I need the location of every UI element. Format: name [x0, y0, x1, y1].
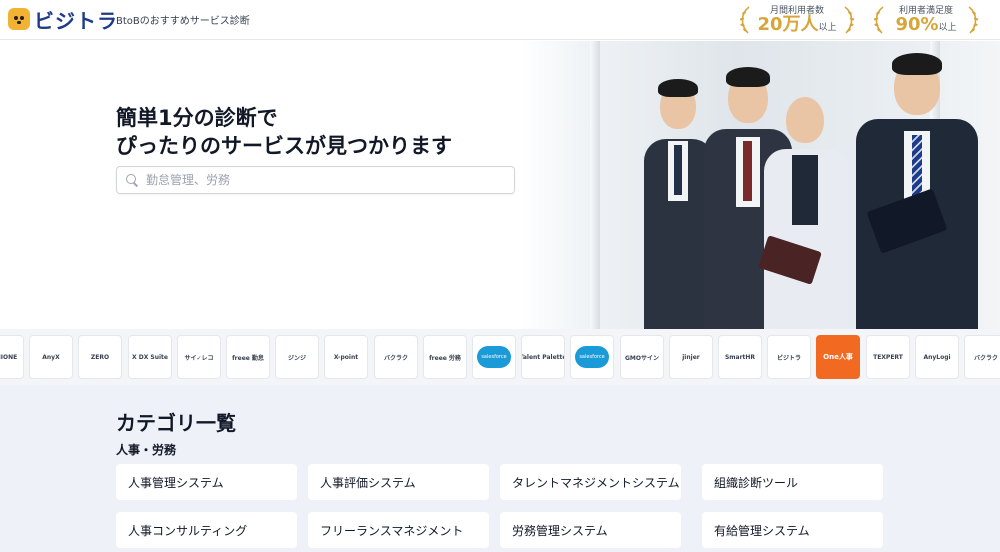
category-item[interactable]: 組織診断ツール [702, 464, 883, 500]
partner-logo-card[interactable]: jinjer [669, 335, 713, 379]
category-item[interactable]: 人事評価システム [308, 464, 489, 500]
partner-logo-label: jinjer [682, 353, 700, 361]
stat-suffix: 以上 [818, 22, 837, 33]
laurel-left-icon [738, 5, 752, 35]
partner-logo-label: ジンジ [287, 354, 306, 362]
partner-logo-label: GMOサイン [625, 354, 659, 362]
laurel-right-icon [966, 5, 980, 35]
partner-logo-card[interactable]: Talent Palette [521, 335, 565, 379]
partner-logo-label: X-point [333, 353, 359, 361]
partner-logo-strip: GENIONE AnyX ZERO X DX Suite サイ✓レコ freee 勤怠 ジン… [0, 329, 1000, 385]
partner-logo-card[interactable]: AnyX [29, 335, 73, 379]
stat-value: 90% [895, 13, 939, 35]
partner-logo-card[interactable]: X DX Suite [128, 335, 172, 379]
partner-logo-label: AnyX [42, 353, 60, 361]
site-header: ビジトラ BtoBのおすすめサービス診断 月間利用者数 20万人以上 利用者満足… [0, 0, 1000, 40]
person-figure [758, 83, 852, 329]
partner-logo-label: freee 労務 [429, 354, 461, 362]
partner-logo-label: バクラク [973, 354, 998, 362]
category-item[interactable]: 労務管理システム [500, 512, 681, 548]
partner-logo-label: salesforce [579, 354, 605, 360]
partner-logo-card[interactable]: バクラク [964, 335, 1000, 379]
category-section: カテゴリ一覧 人事・労務 人事管理システム 人事評価システム タレントマネジメン… [0, 385, 1000, 552]
search-input[interactable] [146, 173, 506, 187]
partner-logo-card[interactable]: One人事 [816, 335, 860, 379]
partner-logo-card[interactable]: X-point [324, 335, 368, 379]
partner-logo-card[interactable]: freee 勤怠 [226, 335, 270, 379]
category-item[interactable]: 人事コンサルティング [116, 512, 297, 548]
person-figure [850, 49, 982, 329]
category-subtitle: 人事・労務 [116, 443, 177, 457]
partner-logo-label: salesforce [481, 354, 507, 360]
search-icon [126, 174, 138, 186]
partner-logo-card[interactable]: ZERO [78, 335, 122, 379]
hero-business-people-photo [520, 41, 1000, 329]
category-item[interactable]: フリーランスマネジメント [308, 512, 489, 548]
partner-logo-card[interactable]: ジンジ [275, 335, 319, 379]
partner-logo-label: One人事 [823, 353, 853, 361]
partner-logo-card[interactable]: salesforce [472, 335, 516, 379]
partner-logo-label: freee 勤怠 [232, 354, 264, 362]
laurel-right-icon [842, 5, 856, 35]
dog-mascot-icon [8, 8, 30, 30]
partner-logo-label: Talent Palette [521, 353, 565, 361]
partner-logo-card[interactable]: SmartHR [718, 335, 762, 379]
hero-title: 簡単1分の診断で ぴったりのサービスが見つかります [116, 104, 452, 160]
category-title: カテゴリ一覧 [116, 411, 236, 435]
partner-logo-label: サイ✓レコ [184, 354, 214, 362]
salesforce-cloud-icon: salesforce [575, 346, 609, 368]
partner-logo-card[interactable]: ビジトラ [767, 335, 811, 379]
logo-text: ビジトラ [34, 8, 118, 33]
category-item[interactable]: 有給管理システム [702, 512, 883, 548]
partner-logo-card[interactable]: salesforce [570, 335, 614, 379]
hero-title-line1: 簡単1分の診断で [116, 106, 278, 130]
partner-logo-label: SmartHR [724, 353, 756, 361]
category-item[interactable]: タレントマネジメントシステム [500, 464, 681, 500]
partner-logo-card[interactable]: GMOサイン [620, 335, 664, 379]
salesforce-cloud-icon: salesforce [477, 346, 511, 368]
partner-logo-card[interactable]: freee 労務 [423, 335, 467, 379]
partner-logo-card[interactable]: GENIONE [0, 335, 24, 379]
partner-logo-label: ZERO [90, 353, 110, 361]
partner-logo-label: GENIONE [0, 353, 18, 361]
partner-logo-label: AnyLogi [923, 353, 951, 361]
partner-logo-label: バクラク [383, 354, 408, 362]
partner-logo-card[interactable]: TEXPERT [866, 335, 910, 379]
site-logo[interactable]: ビジトラ [8, 7, 118, 33]
partner-logo-card[interactable]: サイ✓レコ [177, 335, 221, 379]
hero-title-line2: ぴったりのサービスが見つかります [116, 134, 452, 158]
stat-value: 20万人 [757, 13, 819, 35]
partner-logo-card[interactable]: AnyLogi [915, 335, 959, 379]
site-tagline: BtoBのおすすめサービス診断 [116, 16, 250, 27]
stat-monthly-users: 月間利用者数 20万人以上 [738, 2, 856, 38]
search-box[interactable] [116, 166, 515, 194]
partner-logo-label: TEXPERT [873, 353, 903, 361]
partner-logo-card[interactable]: バクラク [374, 335, 418, 379]
partner-logo-label: ビジトラ [776, 354, 801, 362]
category-item[interactable]: 人事管理システム [116, 464, 297, 500]
laurel-left-icon [872, 5, 886, 35]
stat-suffix: 以上 [938, 22, 957, 33]
stat-satisfaction: 利用者満足度 90%以上 [872, 2, 980, 38]
partner-logo-label: X DX Suite [132, 353, 168, 361]
